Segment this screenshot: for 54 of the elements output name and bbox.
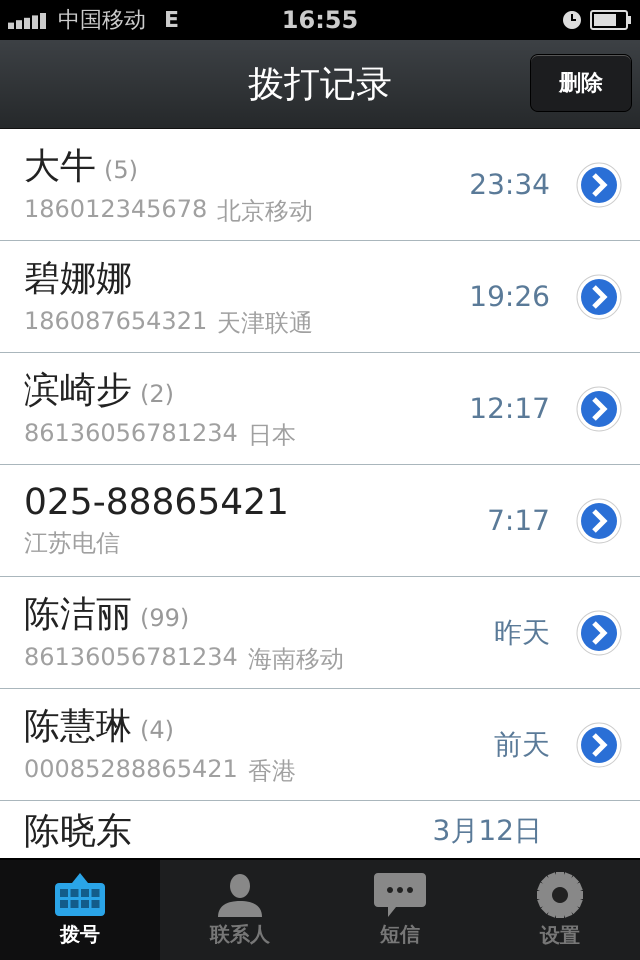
settings-icon bbox=[537, 872, 583, 918]
contact-name: 陈晓东 bbox=[24, 810, 132, 854]
phone-number: 00085288865421 bbox=[24, 755, 238, 785]
call-count: (5) bbox=[104, 156, 138, 184]
phone-number: 86136056781234 bbox=[24, 419, 238, 449]
delete-button[interactable]: 删除 bbox=[530, 54, 632, 112]
contact-name: 陈洁丽 bbox=[24, 593, 132, 637]
tab[interactable]: 设置 bbox=[480, 860, 640, 960]
carrier-name: 中国移动 bbox=[58, 7, 146, 35]
detail-chevron-icon[interactable] bbox=[576, 274, 622, 320]
contact-name: 大牛 bbox=[24, 145, 96, 189]
call-time: 3月12日 bbox=[432, 814, 542, 848]
tab-label: 设置 bbox=[540, 922, 580, 948]
call-time: 昨天 bbox=[494, 614, 550, 650]
tab-label: 拨号 bbox=[60, 920, 100, 948]
detail-chevron-icon[interactable] bbox=[576, 386, 622, 432]
call-time: 23:34 bbox=[469, 168, 550, 201]
tab-label: 联系人 bbox=[210, 920, 270, 948]
call-time: 7:17 bbox=[487, 504, 550, 537]
contact-name: 陈慧琳 bbox=[24, 705, 132, 749]
phone-location: 香港 bbox=[248, 756, 296, 787]
network-type: E bbox=[164, 8, 180, 32]
clock-icon bbox=[562, 10, 582, 30]
phone-location: 日本 bbox=[248, 420, 296, 451]
phone-location: 江苏电信 bbox=[24, 528, 120, 559]
phone-location: 北京移动 bbox=[217, 196, 314, 227]
phone-number: 86136056781234 bbox=[24, 643, 238, 673]
page-title: 拨打记录 bbox=[248, 62, 392, 106]
contact-name: 025-88865421 bbox=[24, 482, 289, 523]
person-icon bbox=[216, 872, 264, 916]
call-time: 前天 bbox=[494, 726, 550, 762]
keypad-icon bbox=[54, 872, 106, 916]
call-count: (2) bbox=[140, 380, 174, 408]
call-count: (4) bbox=[140, 716, 174, 744]
detail-chevron-icon[interactable] bbox=[576, 722, 622, 768]
detail-chevron-icon[interactable] bbox=[576, 162, 622, 208]
tab-label: 短信 bbox=[380, 920, 420, 948]
status-time: 16:55 bbox=[282, 6, 358, 34]
call-time: 12:17 bbox=[469, 392, 550, 425]
detail-chevron-icon[interactable] bbox=[576, 610, 622, 656]
phone-location: 海南移动 bbox=[248, 644, 344, 675]
contact-name: 滨崎步 bbox=[24, 369, 132, 413]
tab[interactable]: 联系人 bbox=[160, 860, 320, 960]
chat-bubble-icon bbox=[374, 872, 426, 916]
phone-number: 186012345678 bbox=[24, 195, 208, 225]
contact-name: 碧娜娜 bbox=[24, 257, 132, 301]
call-count: (99) bbox=[140, 604, 190, 632]
tab[interactable]: 短信 bbox=[320, 860, 480, 960]
detail-chevron-icon[interactable] bbox=[576, 498, 622, 544]
phone-number: 186087654321 bbox=[24, 307, 208, 337]
phone-location: 天津联通 bbox=[217, 308, 314, 339]
call-time: 19:26 bbox=[469, 280, 550, 313]
tab[interactable]: 拨号 bbox=[0, 860, 160, 960]
battery-icon bbox=[590, 10, 632, 30]
